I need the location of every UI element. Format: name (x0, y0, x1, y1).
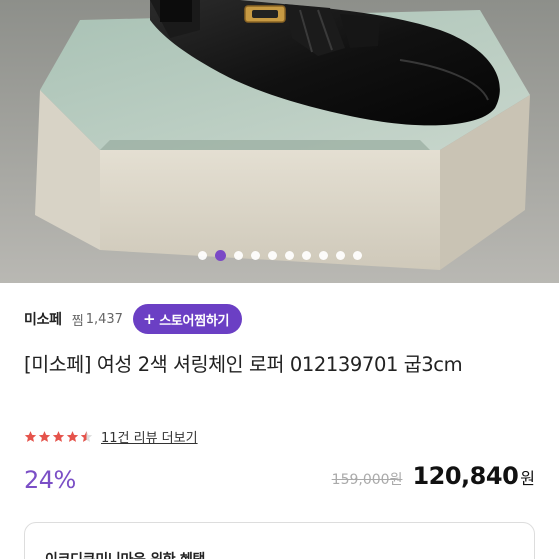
gallery-dot[interactable] (335, 250, 345, 260)
gallery-dot-active[interactable] (214, 249, 226, 261)
gallery-dot[interactable] (250, 250, 260, 260)
store-name[interactable]: 미소페 (24, 309, 62, 329)
store-zzim-button[interactable]: + 스토어찜하기 (132, 304, 243, 334)
product-image-gallery[interactable] (0, 0, 559, 283)
star-full-icon (38, 430, 51, 442)
sale-price: 120,840 (412, 462, 519, 490)
gallery-dot[interactable] (284, 250, 294, 260)
benefit-box[interactable]: 이코디큐미니마음 위한 혜택 (24, 522, 535, 559)
gallery-dot[interactable] (267, 250, 277, 260)
original-price: 159,000원 (331, 472, 403, 488)
gallery-dot[interactable] (197, 250, 207, 260)
gallery-dot[interactable] (318, 250, 328, 260)
star-full-icon (66, 430, 79, 442)
gallery-pagination (0, 248, 559, 262)
currency-unit: 원 (520, 469, 535, 488)
star-full-icon (24, 430, 37, 442)
gallery-dot[interactable] (233, 250, 243, 260)
plus-icon: + (142, 309, 156, 328)
rating-row: 11건 리뷰 더보기 (24, 426, 198, 446)
product-photo (0, 0, 559, 283)
review-more-link[interactable]: 11건 리뷰 더보기 (101, 427, 198, 446)
benefit-text: 이코디큐미니마음 위한 혜택 (45, 549, 205, 559)
store-zzim-button-label: 스토어찜하기 (159, 313, 230, 329)
seller-row: 미소페 찜 1,437 + 스토어찜하기 (24, 304, 243, 334)
product-title: [미소페] 여성 2색 셔링체인 로퍼 012139701 굽3cm (24, 353, 463, 376)
zzim-count: 찜 1,437 (72, 310, 123, 329)
zzim-label: 찜 (71, 313, 84, 329)
star-rating (24, 430, 93, 443)
gallery-dot[interactable] (301, 250, 311, 260)
star-half-icon (80, 430, 93, 442)
star-full-icon (52, 430, 65, 442)
discount-rate: 24% (24, 466, 76, 494)
gallery-dot[interactable] (352, 250, 362, 260)
zzim-count-value: 1,437 (85, 311, 123, 327)
price-block: 159,000원 120,840 원 (332, 462, 535, 490)
